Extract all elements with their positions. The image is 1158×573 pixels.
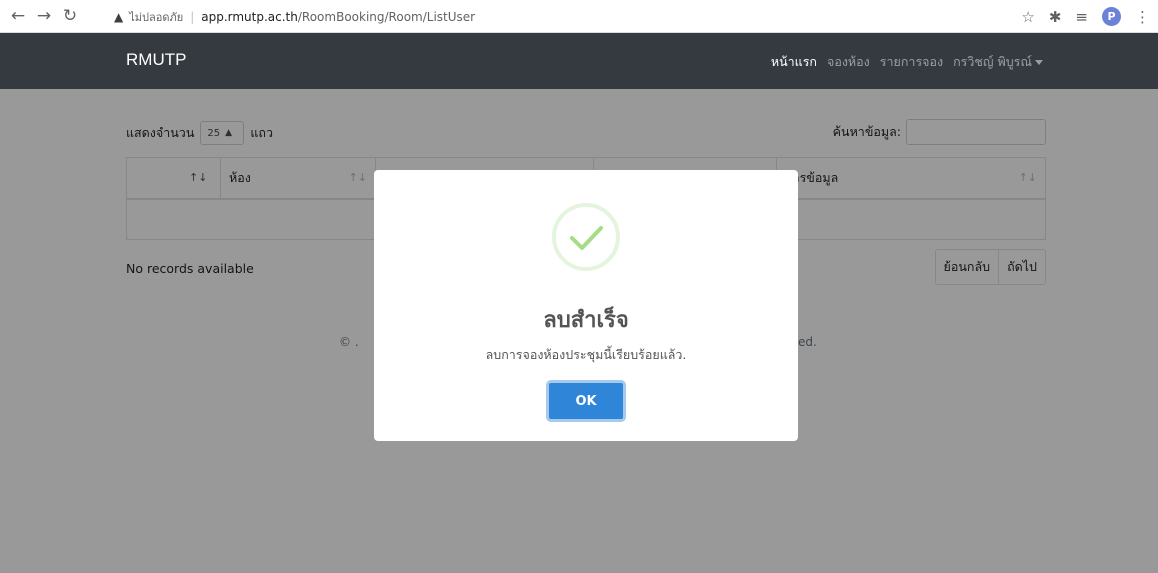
dialog-title: ลบสำเร็จ: [543, 308, 629, 333]
browser-toolbar: ← → ↻ ▲ ไม่ปลอดภัย | app.rmutp.ac.th/Roo…: [0, 0, 1158, 33]
nav-user-menu[interactable]: กรวิชญ์ พิบูรณ์: [953, 52, 1043, 72]
reload-icon[interactable]: ↻: [58, 4, 82, 28]
nav-links: หน้าแรก จองห้อง รายการจอง กรวิชญ์ พิบูรณ…: [771, 52, 1043, 72]
user-name: กรวิชญ์ พิบูรณ์: [953, 54, 1032, 69]
star-icon[interactable]: ☆: [1021, 8, 1034, 26]
success-dialog: ลบสำเร็จ ลบการจองห้องประชุมนี้เรียบร้อยแ…: [374, 170, 798, 441]
nav-booking-list[interactable]: รายการจอง: [880, 52, 943, 72]
browser-actions: ☆ ✱ ≡ P ⋮: [1021, 4, 1150, 29]
caret-down-icon: [1035, 60, 1043, 65]
url-host: app.rmutp.ac.th: [201, 9, 298, 24]
profile-avatar[interactable]: P: [1102, 7, 1121, 26]
dialog-message: ลบการจองห้องประชุมนี้เรียบร้อยแล้ว.: [485, 347, 687, 362]
url-path: /RoomBooking/Room/ListUser: [297, 9, 476, 24]
brand-logo[interactable]: RMUTP: [126, 50, 186, 70]
menu-dots-icon[interactable]: ⋮: [1135, 8, 1150, 26]
insecure-label: ไม่ปลอดภัย: [129, 10, 184, 24]
reading-list-icon[interactable]: ≡: [1075, 8, 1088, 26]
site-navbar: RMUTP หน้าแรก จองห้อง รายการจอง กรวิชญ์ …: [0, 33, 1158, 89]
nav-book-room[interactable]: จองห้อง: [827, 52, 870, 72]
back-arrow-icon[interactable]: ←: [6, 4, 30, 28]
nav-home[interactable]: หน้าแรก: [771, 52, 817, 72]
warning-icon: ▲: [114, 9, 124, 24]
address-bar[interactable]: ▲ ไม่ปลอดภัย | app.rmutp.ac.th/RoomBooki…: [104, 4, 1136, 29]
forward-arrow-icon[interactable]: →: [32, 4, 56, 28]
success-check-icon: [552, 203, 620, 271]
url-separator: |: [190, 9, 195, 24]
extensions-icon[interactable]: ✱: [1049, 8, 1062, 26]
ok-button[interactable]: OK: [546, 380, 626, 422]
